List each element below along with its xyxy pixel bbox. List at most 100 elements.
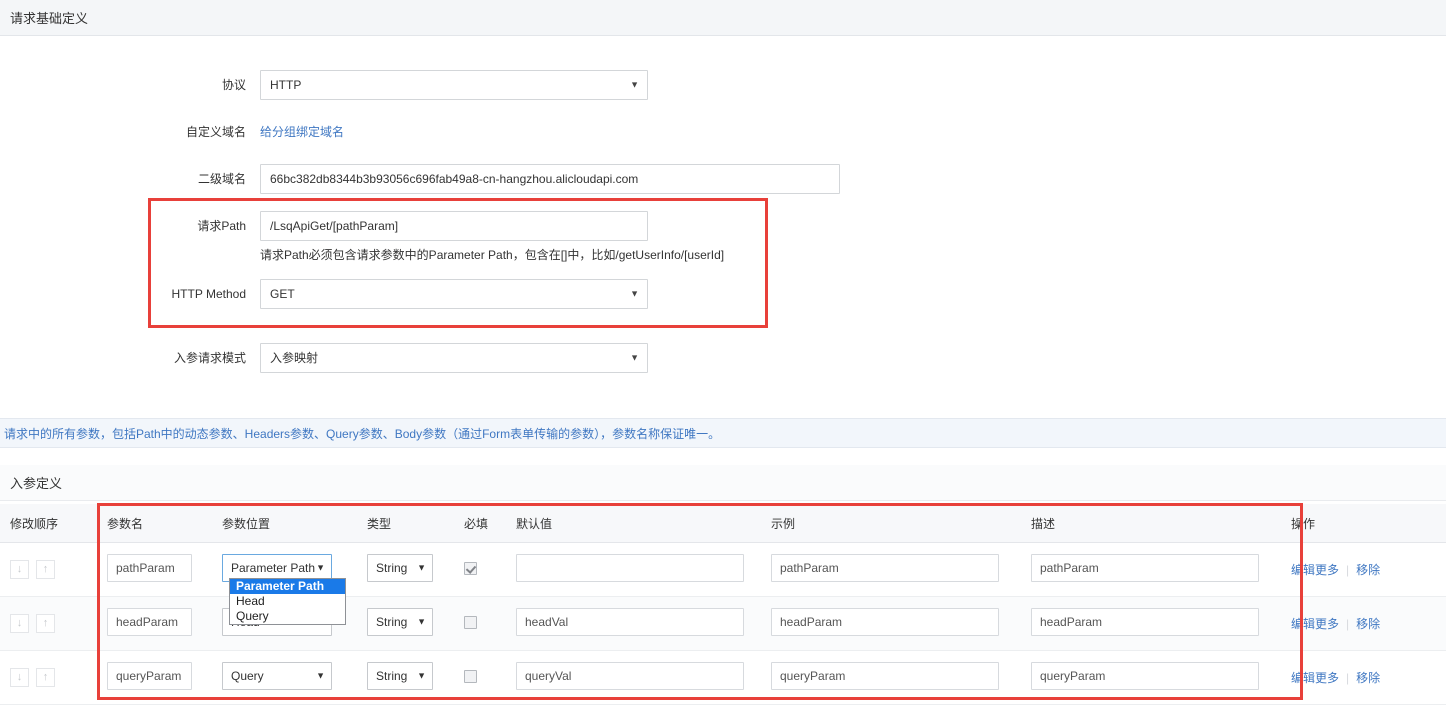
cell-position: Query ▼: [212, 650, 357, 705]
cell-description: pathParam: [1021, 542, 1281, 597]
dropdown-option-head[interactable]: Head: [230, 594, 345, 609]
param-name-input[interactable]: queryParam: [107, 662, 192, 690]
info-banner: 请求中的所有参数，包括Path中的动态参数、Headers参数、Query参数、…: [0, 418, 1446, 448]
remove-link[interactable]: 移除: [1356, 561, 1380, 578]
form-row-second-domain: 二级域名 66bc382db8344b3b93056c696fab49a8-cn…: [0, 164, 1446, 194]
cell-default: queryVal: [506, 650, 761, 705]
cell-default: [506, 542, 761, 597]
example-input[interactable]: pathParam: [771, 554, 999, 582]
ops-separator: |: [1346, 616, 1350, 631]
cell-name: queryParam: [97, 650, 212, 705]
protocol-select[interactable]: HTTP ▼: [260, 70, 648, 100]
col-header-required: 必填: [454, 504, 506, 543]
chevron-down-icon: ▼: [316, 562, 325, 573]
cell-name: pathParam: [97, 542, 212, 597]
cell-type: String ▼: [357, 596, 454, 651]
cell-example: queryParam: [761, 650, 1021, 705]
request-path-label: 请求Path: [197, 219, 246, 233]
edit-more-link[interactable]: 编辑更多: [1291, 669, 1339, 686]
col-header-type: 类型: [357, 504, 454, 543]
param-type-select[interactable]: String ▼: [367, 554, 433, 582]
example-input[interactable]: headParam: [771, 608, 999, 636]
section-header-bar: 请求基础定义: [0, 0, 1446, 36]
move-up-icon[interactable]: ↑: [36, 668, 55, 687]
request-mode-value: 入参映射: [270, 351, 319, 365]
request-path-input[interactable]: /LsqApiGet/[pathParam]: [260, 211, 648, 241]
cell-default: headVal: [506, 596, 761, 651]
http-method-label: HTTP Method: [171, 287, 246, 301]
form-row-request-path-hint: 请求Path必须包含请求参数中的Parameter Path，包含在[]中，比如…: [0, 247, 1446, 263]
table-row: ↓ ↑ headParam Head ▼ String ▼: [0, 596, 1446, 651]
cell-name: headParam: [97, 596, 212, 651]
bind-group-domain-link[interactable]: 给分组绑定域名: [260, 117, 344, 147]
col-header-example: 示例: [761, 504, 1021, 543]
chevron-down-icon: ▼: [417, 562, 426, 573]
move-down-icon[interactable]: ↓: [10, 668, 29, 687]
required-checkbox[interactable]: [464, 561, 477, 575]
cell-order: ↓ ↑: [0, 542, 97, 597]
param-name-input[interactable]: pathParam: [107, 554, 192, 582]
cell-ops: 编辑更多 | 移除: [1281, 650, 1446, 705]
default-value-input[interactable]: headVal: [516, 608, 744, 636]
page-title: 请求基础定义: [10, 11, 89, 26]
request-path-hint: 请求Path必须包含请求参数中的Parameter Path，包含在[]中，比如…: [260, 248, 725, 262]
default-value-input[interactable]: queryVal: [516, 662, 744, 690]
param-position-dropdown-options[interactable]: Parameter Path Head Query: [229, 578, 346, 625]
inparam-section-header: 入参定义: [0, 465, 1446, 501]
chevron-down-icon: ▼: [417, 616, 426, 627]
cell-order: ↓ ↑: [0, 650, 97, 705]
move-down-icon[interactable]: ↓: [10, 560, 29, 579]
edit-more-link[interactable]: 编辑更多: [1291, 615, 1339, 632]
request-mode-select[interactable]: 入参映射 ▼: [260, 343, 648, 373]
cell-required: [454, 542, 506, 597]
move-up-icon[interactable]: ↑: [36, 614, 55, 633]
form-row-request-path: 请求Path /LsqApiGet/[pathParam]: [0, 211, 1446, 241]
example-input[interactable]: queryParam: [771, 662, 999, 690]
cell-type: String ▼: [357, 650, 454, 705]
chevron-down-icon: ▼: [417, 670, 426, 681]
param-name-input[interactable]: headParam: [107, 608, 192, 636]
form-row-custom-domain: 自定义域名 给分组绑定域名: [0, 117, 1446, 147]
chevron-down-icon: ▼: [316, 670, 325, 681]
cell-required: [454, 650, 506, 705]
ops-separator: |: [1346, 562, 1350, 577]
edit-more-link[interactable]: 编辑更多: [1291, 561, 1339, 578]
description-input[interactable]: pathParam: [1031, 554, 1259, 582]
param-position-select[interactable]: Query ▼: [222, 662, 332, 690]
col-header-position: 参数位置: [212, 504, 357, 543]
description-input[interactable]: queryParam: [1031, 662, 1259, 690]
info-banner-text: 请求中的所有参数，包括Path中的动态参数、Headers参数、Query参数、…: [4, 426, 721, 441]
http-method-value: GET: [270, 287, 295, 301]
move-down-icon[interactable]: ↓: [10, 614, 29, 633]
param-type-select[interactable]: String ▼: [367, 608, 433, 636]
table-header-row: 修改顺序 参数名 参数位置 类型 必填 默认值 示例 描述 操作: [0, 504, 1446, 543]
cell-description: queryParam: [1021, 650, 1281, 705]
cell-type: String ▼: [357, 542, 454, 597]
required-checkbox[interactable]: [464, 615, 477, 629]
param-type-select[interactable]: String ▼: [367, 662, 433, 690]
required-checkbox[interactable]: [464, 669, 477, 683]
cell-example: headParam: [761, 596, 1021, 651]
param-position-value: Query: [231, 669, 264, 683]
cell-example: pathParam: [761, 542, 1021, 597]
form-row-request-mode: 入参请求模式 入参映射 ▼: [0, 343, 1446, 373]
dropdown-option-query[interactable]: Query: [230, 609, 345, 624]
default-value-input[interactable]: [516, 554, 744, 582]
remove-link[interactable]: 移除: [1356, 615, 1380, 632]
chevron-down-icon: ▼: [630, 352, 639, 363]
dropdown-option-parameter-path[interactable]: Parameter Path: [230, 579, 345, 594]
move-up-icon[interactable]: ↑: [36, 560, 55, 579]
second-domain-input[interactable]: 66bc382db8344b3b93056c696fab49a8-cn-hang…: [260, 164, 840, 194]
ops-separator: |: [1346, 670, 1350, 685]
param-type-value: String: [376, 669, 408, 683]
form-row-protocol: 协议 HTTP ▼: [0, 70, 1446, 100]
chevron-down-icon: ▼: [630, 79, 639, 90]
protocol-label: 协议: [221, 78, 246, 92]
http-method-select[interactable]: GET ▼: [260, 279, 648, 309]
table-row: ↓ ↑ pathParam Parameter Path ▼ String ▼: [0, 542, 1446, 597]
param-table: 修改顺序 参数名 参数位置 类型 必填 默认值 示例 描述 操作 ↓ ↑ pat…: [0, 504, 1446, 705]
remove-link[interactable]: 移除: [1356, 669, 1380, 686]
form-row-http-method: HTTP Method GET ▼: [0, 279, 1446, 309]
description-input[interactable]: headParam: [1031, 608, 1259, 636]
custom-domain-label: 自定义域名: [185, 125, 246, 139]
